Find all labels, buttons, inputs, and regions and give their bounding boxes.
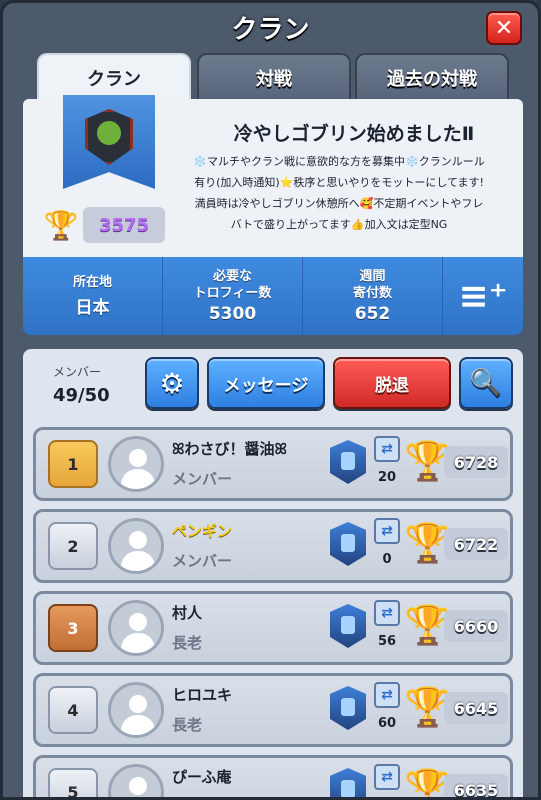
member-row[interactable]: 5 ぴーふ庵 ⇄ 🏆 6635 [33,755,513,800]
stat-value: 652 [354,304,391,324]
clan-info-card: 🏆 3575 冷やしゴブリン始めましたⅡ ❄️マルチやクラン戦に意欲的な方を募集… [23,95,523,257]
clan-name: 冷やしゴブリン始めましたⅡ [233,123,475,145]
trophy-icon: 🏆 [404,767,452,800]
member-trophies: 6635 [444,774,508,797]
trophy-icon: 🏆 [404,521,452,565]
member-row[interactable]: 1 ꕤわさび！醤油ꕤ メンバー ⇄ 20 🏆 6728 [33,427,513,501]
tab-clan[interactable]: クラン [37,53,191,101]
member-row[interactable]: 4 ヒロユキ 長老 ⇄ 60 🏆 6645 [33,673,513,747]
members-label: メンバー [53,365,102,379]
trophy-icon: 🏆 [404,603,452,647]
stat-required-trophies: 必要な トロフィー数 5300 [163,257,303,335]
donation-count: 20 [377,470,397,485]
goblin-icon [97,121,121,145]
member-role: メンバー [172,470,233,488]
stat-value: 5300 [208,304,257,324]
member-trophies: 6645 [444,692,508,724]
stat-label: 週間 寄付数 [352,269,392,301]
message-button[interactable]: メッセージ [207,357,325,409]
trophy-icon: 🏆 [404,439,452,483]
donation-icon: ⇄ [374,600,400,626]
rank-badge: 3 [48,604,98,652]
close-button[interactable]: ✕ [486,11,522,45]
member-role: 長老 [172,716,203,734]
donation-icon: ⇄ [374,518,400,544]
leave-button[interactable]: 脱退 [333,357,451,409]
clan-trophy-row: 🏆 3575 [43,207,165,243]
trophy-icon: 🏆 [43,208,79,242]
gear-icon: ⚙ [159,366,185,400]
member-role: 長老 [172,634,203,652]
member-name: ぴーふ庵 [172,768,232,786]
avatar [108,518,164,574]
avatar [108,764,164,797]
settings-button[interactable]: ⚙ [145,357,199,409]
member-row[interactable]: 3 村人 長老 ⇄ 56 🏆 6660 [33,591,513,665]
member-list-area: メンバー 49/50 ⚙ メッセージ 脱退 🔍 1 ꕤわさび！醤油ꕤ メンバー … [23,349,523,800]
stat-label: 所在地 [72,275,112,290]
member-name: ペンギン [172,522,233,540]
close-icon: ✕ [494,15,514,41]
donation-count: 0 [382,552,392,567]
member-role: メンバー [172,552,233,570]
clan-trophy-count: 3575 [83,207,165,243]
member-trophies: 6660 [444,610,508,642]
avatar [108,436,164,492]
member-name: ヒロユキ [172,686,233,704]
member-row[interactable]: 2 ペンギン メンバー ⇄ 0 🏆 6722 [33,509,513,583]
tab-past-wars[interactable]: 過去の対戦 [355,53,509,101]
tab-bar: クラン 対戦 過去の対戦 [37,53,509,101]
avatar [108,600,164,656]
donation-icon: ⇄ [374,682,400,708]
donation-icon: ⇄ [374,764,400,790]
search-icon: 🔍 [469,368,503,398]
donation-count: 56 [377,634,397,649]
tab-war[interactable]: 対戦 [197,53,351,101]
members-count: 49/50 [53,385,110,406]
clan-stats-bar: 所在地 日本 必要な トロフィー数 5300 週間 寄付数 652 ≡⁺ [23,257,523,335]
rank-badge: 2 [48,522,98,570]
search-button[interactable]: 🔍 [459,357,513,409]
stat-location: 所在地 日本 [23,257,163,335]
more-options-icon[interactable]: ≡⁺ [443,257,523,335]
rank-badge: 5 [48,768,98,797]
trophy-icon: 🏆 [404,685,452,729]
stat-weekly-donations: 週間 寄付数 652 [303,257,443,335]
stat-value: 日本 [75,298,110,318]
members-header: メンバー 49/50 ⚙ メッセージ 脱退 🔍 [23,349,523,415]
title-bar: クラン ✕ [3,3,538,51]
member-name: ꕤわさび！醤油ꕤ [172,440,287,458]
donation-icon: ⇄ [374,436,400,462]
rank-badge: 4 [48,686,98,734]
member-trophies: 6728 [444,446,508,478]
page-title: クラン [231,14,310,45]
member-trophies: 6722 [444,528,508,560]
clan-description: ❄️マルチやクラン戦に意欲的な方を募集中❄️クランルール有り(加入時通知)⭐秩序… [193,155,485,231]
clan-panel: クラン ✕ クラン 対戦 過去の対戦 🏆 3575 冷やしゴブリン始めましたⅡ … [0,0,541,800]
donation-count: 60 [377,716,397,731]
member-name: 村人 [172,604,203,622]
avatar [108,682,164,738]
stat-label: 必要な トロフィー数 [193,269,272,301]
rank-badge: 1 [48,440,98,488]
